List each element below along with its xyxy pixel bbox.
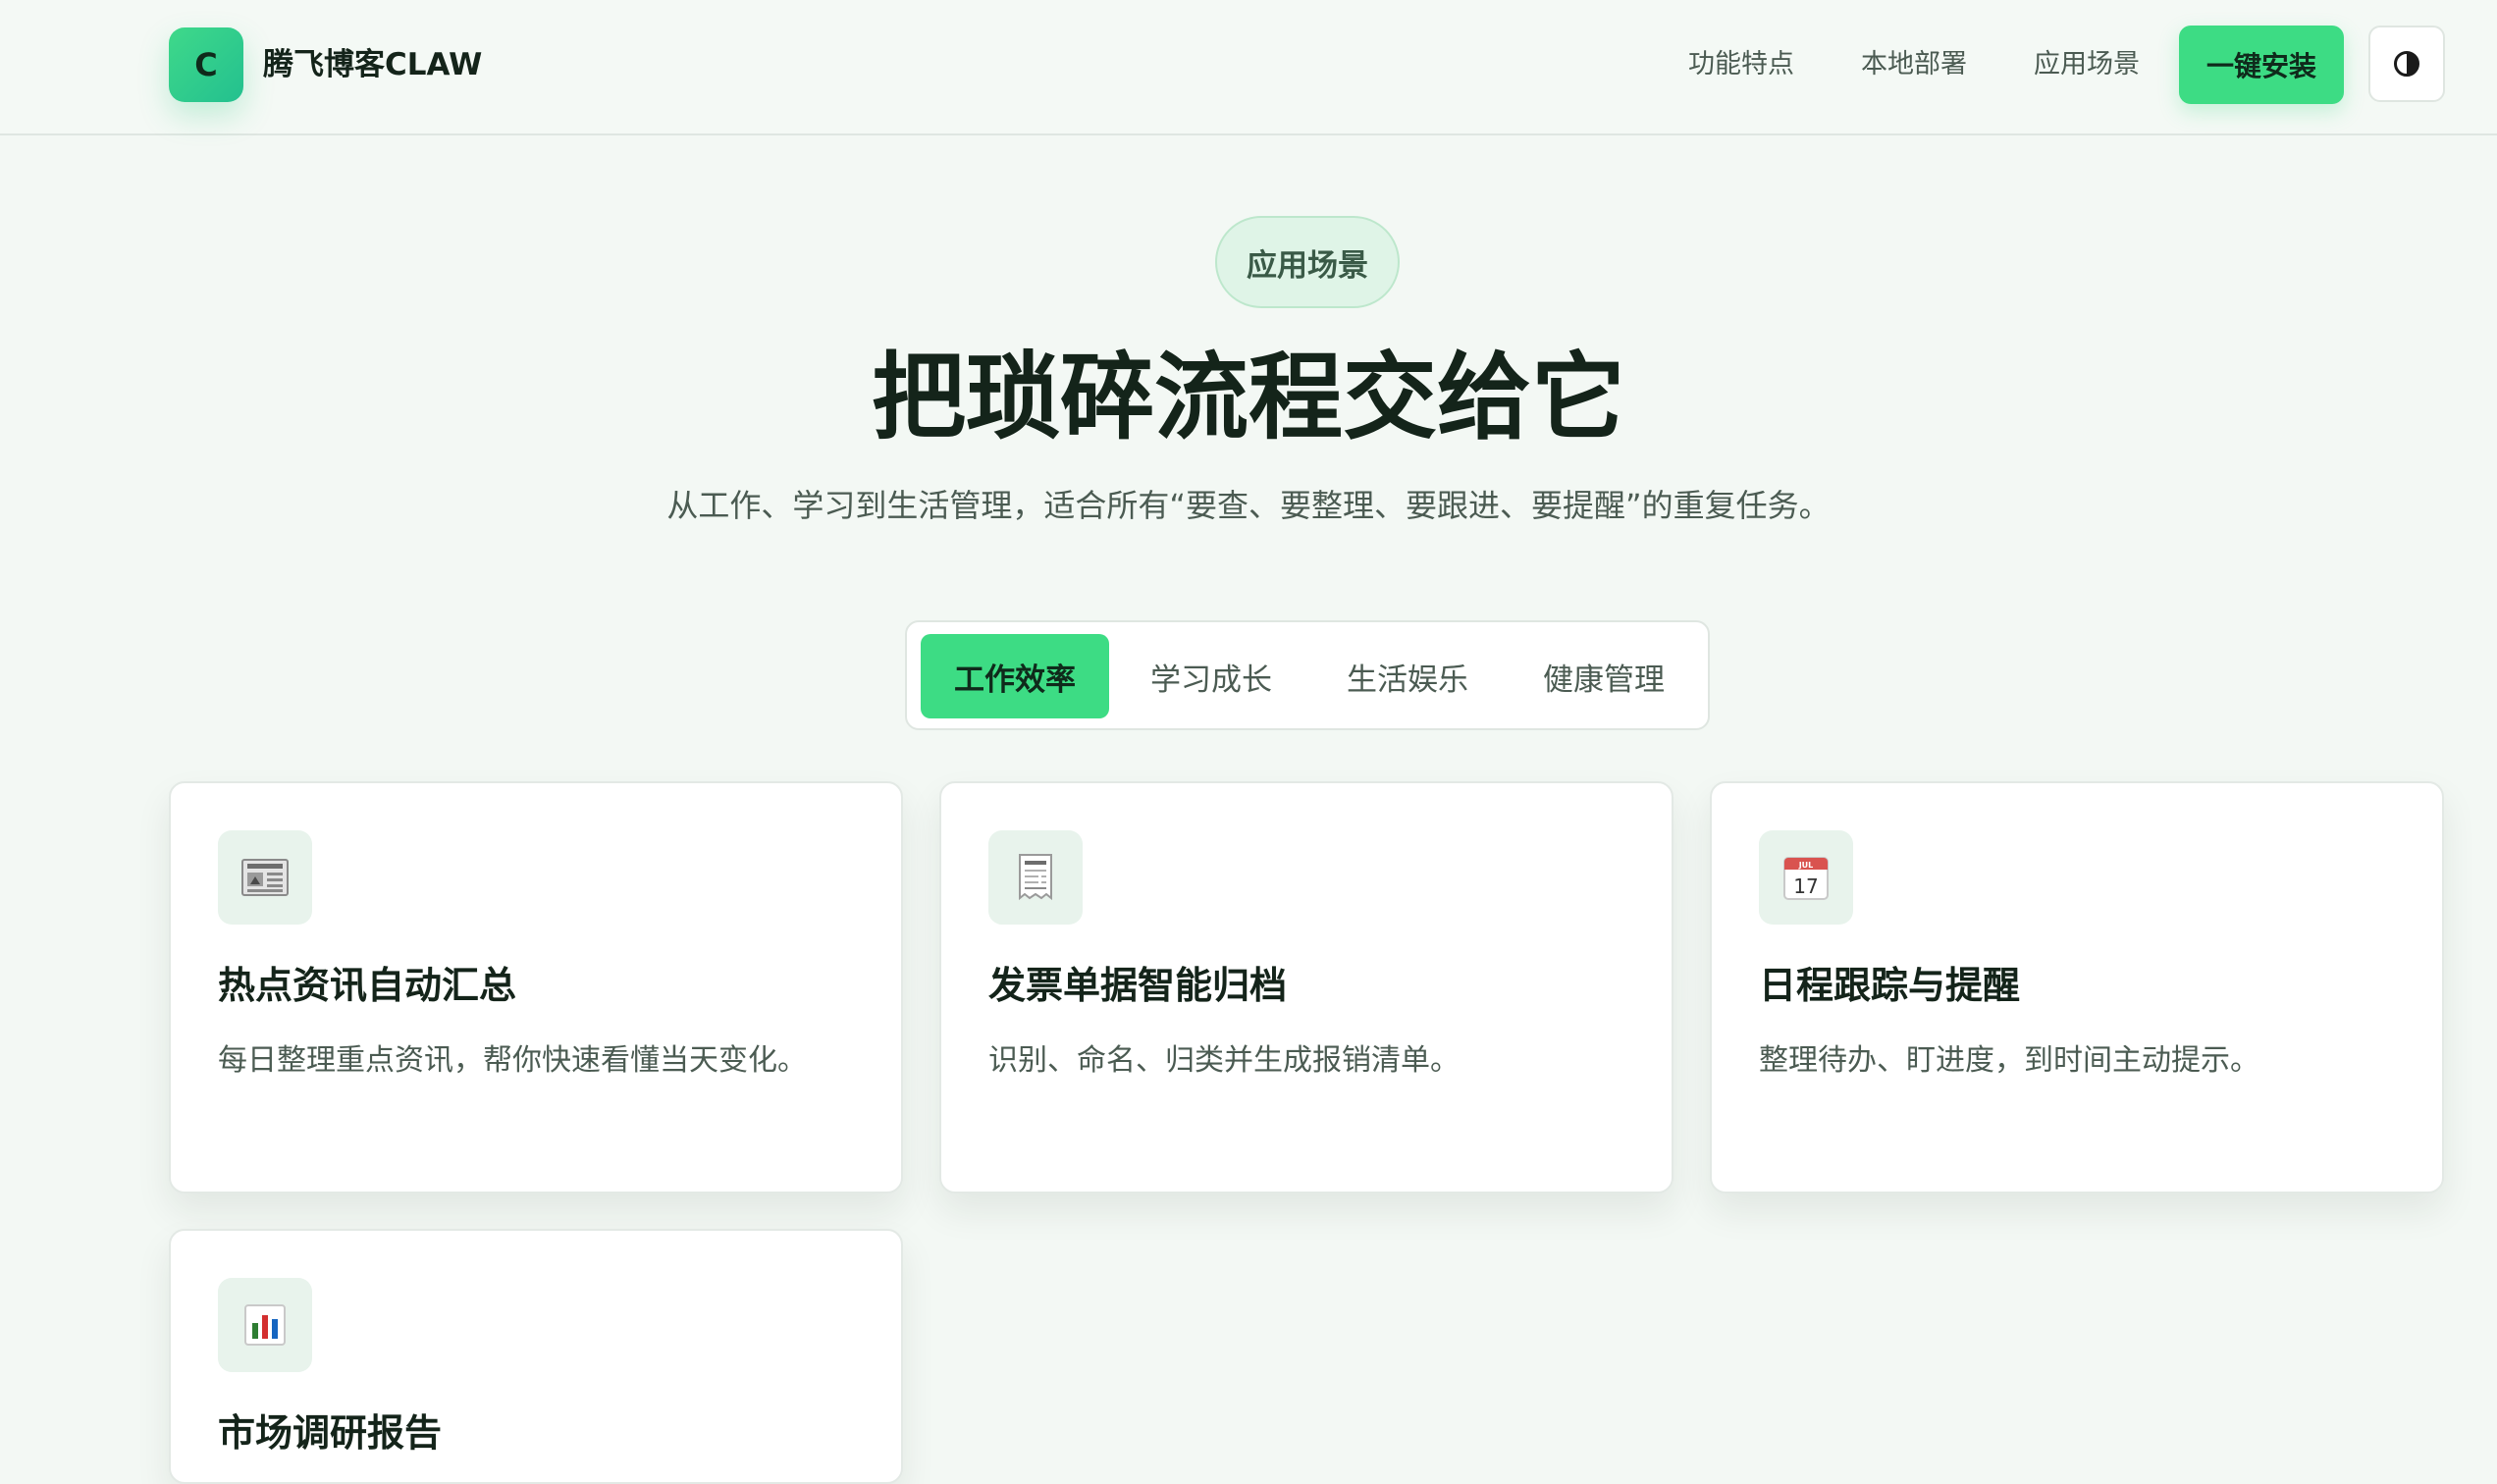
bar-chart-icon (218, 1278, 312, 1372)
tab-health[interactable]: 健康管理 (1510, 634, 1698, 718)
page-title: 把琐碎流程交给它 (872, 343, 1625, 452)
calendar-icon: JUL 17 (1759, 830, 1853, 925)
card-description: 识别、命名、归类并生成报销清单。 (988, 1043, 1460, 1078)
scenario-tabs: 工作效率 学习成长 生活娱乐 健康管理 (905, 620, 1710, 730)
nav-link-features[interactable]: 功能特点 (1688, 43, 1794, 86)
scenario-card[interactable]: JUL 17 日程跟踪与提醒 整理待办、盯进度，到时间主动提示。 (1710, 781, 2444, 1193)
scenario-card[interactable]: 热点资讯自动汇总 每日整理重点资讯，帮你快速看懂当天变化。 (169, 781, 903, 1193)
scenario-card[interactable]: 市场调研报告 (169, 1229, 903, 1484)
card-title: 热点资讯自动汇总 (218, 964, 517, 1007)
scenario-card[interactable]: 发票单据智能归档 识别、命名、归类并生成报销清单。 (939, 781, 1674, 1193)
newspaper-icon (218, 830, 312, 925)
one-click-install-button[interactable]: 一键安装 (2179, 26, 2344, 104)
logo-letter: C (194, 46, 218, 83)
theme-toggle-button[interactable] (2368, 26, 2445, 102)
nav-link-local-deploy[interactable]: 本地部署 (1861, 43, 1967, 86)
receipt-icon (988, 830, 1083, 925)
section-badge: 应用场景 (1215, 216, 1400, 308)
tab-life-entertainment[interactable]: 生活娱乐 (1313, 634, 1502, 718)
tab-learning[interactable]: 学习成长 (1117, 634, 1305, 718)
card-title: 日程跟踪与提醒 (1759, 964, 2021, 1007)
tab-work-efficiency[interactable]: 工作效率 (921, 634, 1109, 718)
brand-logo[interactable]: C (169, 27, 243, 102)
nav-link-scenarios[interactable]: 应用场景 (2034, 43, 2140, 86)
top-navbar: C 腾飞博客CLAW 功能特点 本地部署 应用场景 一键安装 (0, 0, 2497, 135)
page-subtitle: 从工作、学习到生活管理，适合所有“要查、要整理、要跟进、要提醒”的重复任务。 (666, 487, 1831, 524)
calendar-month-label: JUL (1798, 861, 1814, 870)
card-title: 市场调研报告 (218, 1411, 443, 1455)
calendar-day-label: 17 (1793, 874, 1818, 898)
contrast-icon (2394, 51, 2419, 77)
brand-name[interactable]: 腾飞博客CLAW (263, 43, 482, 86)
card-description: 整理待办、盯进度，到时间主动提示。 (1759, 1043, 2259, 1078)
card-description: 每日整理重点资讯，帮你快速看懂当天变化。 (218, 1043, 807, 1078)
card-title: 发票单据智能归档 (988, 964, 1288, 1007)
